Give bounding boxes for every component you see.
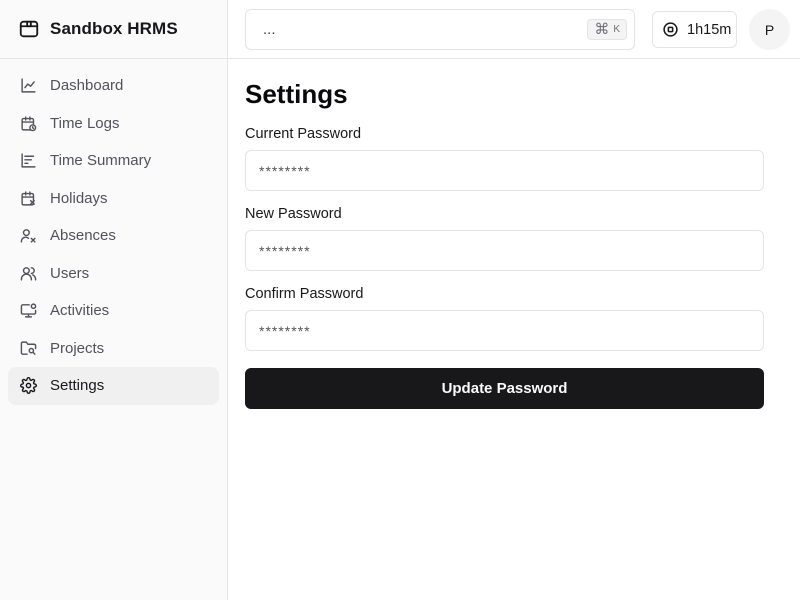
current-password-field[interactable] — [245, 150, 764, 191]
sidebar-item-time-summary[interactable]: Time Summary — [8, 142, 219, 180]
bar-chart-icon — [20, 152, 37, 169]
sidebar-nav: Dashboard Time Logs Time Summary Holiday… — [0, 59, 227, 413]
timer-text: 1h15m — [687, 21, 732, 38]
sidebar-item-label: Dashboard — [50, 77, 124, 95]
stop-circle-icon — [662, 21, 679, 38]
brand[interactable]: Sandbox HRMS — [0, 0, 227, 59]
sidebar-item-label: Absences — [50, 227, 116, 245]
sidebar-item-projects[interactable]: Projects — [8, 330, 219, 368]
search-placeholder: ... — [263, 21, 276, 38]
main-content: Settings Current Password New Password C… — [245, 60, 764, 409]
confirm-password-label: Confirm Password — [245, 286, 364, 302]
sidebar-item-dashboard[interactable]: Dashboard — [8, 67, 219, 105]
sidebar-item-settings[interactable]: Settings — [8, 367, 219, 405]
sidebar-item-activities[interactable]: Activities — [8, 292, 219, 330]
calendar-clock-icon — [20, 115, 37, 132]
sidebar-item-label: Users — [50, 264, 90, 282]
user-x-icon — [20, 227, 37, 244]
new-password-label: New Password — [245, 206, 342, 222]
sidebar-item-absences[interactable]: Absences — [8, 217, 219, 255]
line-chart-icon — [20, 77, 37, 94]
new-password-group: New Password — [245, 205, 764, 271]
keyboard-shortcut-badge: ⌘ K — [587, 19, 627, 40]
update-password-button[interactable]: Update Password — [245, 368, 764, 409]
current-password-label: Current Password — [245, 126, 362, 142]
sidebar-item-label: Time Logs — [50, 114, 120, 132]
search-input[interactable]: ... ⌘ K — [245, 9, 635, 50]
timer-button[interactable]: 1h15m — [652, 11, 737, 48]
sidebar-item-label: Activities — [50, 302, 110, 320]
avatar[interactable]: P — [749, 9, 790, 50]
sidebar: Sandbox HRMS Dashboard Time Logs Time Su… — [0, 0, 228, 600]
app-title: Sandbox HRMS — [50, 19, 178, 38]
sidebar-item-users[interactable]: Users — [8, 255, 219, 293]
sidebar-item-label: Settings — [50, 377, 105, 395]
package-box-icon — [18, 18, 40, 40]
top-header: ... ⌘ K 1h15m P — [228, 0, 800, 59]
current-password-group: Current Password — [245, 125, 764, 191]
sidebar-item-holidays[interactable]: Holidays — [8, 180, 219, 218]
folder-search-icon — [20, 340, 37, 357]
confirm-password-field[interactable] — [245, 310, 764, 351]
gear-icon — [20, 377, 37, 395]
command-key-icon: ⌘ — [594, 21, 610, 38]
sidebar-item-label: Time Summary — [50, 152, 152, 170]
sidebar-item-label: Projects — [50, 339, 105, 357]
shortcut-key: K — [613, 24, 620, 35]
users-icon — [20, 265, 37, 282]
new-password-field[interactable] — [245, 230, 764, 271]
sidebar-item-label: Holidays — [50, 189, 108, 207]
confirm-password-group: Confirm Password — [245, 285, 764, 351]
calendar-x-icon — [20, 190, 37, 207]
page-title: Settings — [245, 79, 348, 109]
sidebar-item-time-logs[interactable]: Time Logs — [8, 105, 219, 143]
monitor-cog-icon — [20, 302, 37, 319]
